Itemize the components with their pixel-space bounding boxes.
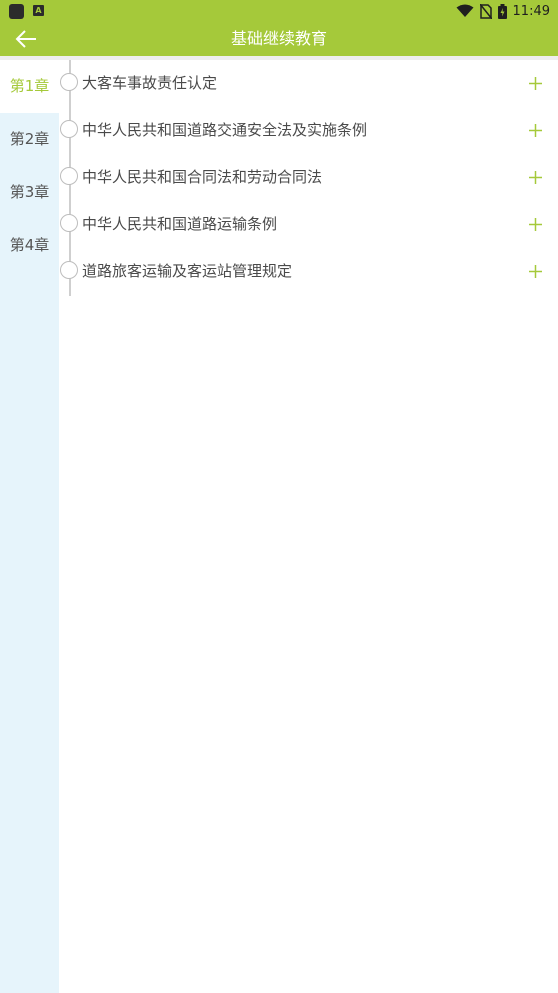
- timeline-node-icon: [60, 73, 78, 91]
- expand-button[interactable]: [526, 262, 544, 280]
- plus-icon: [528, 123, 542, 137]
- chapter-tab-3[interactable]: 第3章: [0, 166, 59, 219]
- status-bar-right: 11:49: [456, 0, 550, 22]
- expand-button[interactable]: [526, 168, 544, 186]
- section-row[interactable]: 中华人民共和国合同法和劳动合同法: [59, 154, 558, 201]
- timeline-node-icon: [60, 120, 78, 138]
- a-notification-icon: A: [33, 5, 44, 16]
- expand-button[interactable]: [526, 215, 544, 233]
- section-row[interactable]: 大客车事故责任认定: [59, 60, 558, 107]
- section-row[interactable]: 道路旅客运输及客运站管理规定: [59, 248, 558, 295]
- clock: 11:49: [512, 3, 550, 19]
- plus-icon: [528, 76, 542, 90]
- chapter-tab-2[interactable]: 第2章: [0, 113, 59, 166]
- app-icon: [9, 4, 24, 19]
- app-bar: 基础继续教育: [0, 22, 558, 56]
- chapter-sidebar: 第1章 第2章 第3章 第4章: [0, 60, 59, 993]
- chapter-tab-1[interactable]: 第1章: [0, 60, 59, 113]
- plus-icon: [528, 264, 542, 278]
- wifi-icon: [456, 4, 474, 17]
- section-title: 道路旅客运输及客运站管理规定: [82, 262, 293, 280]
- timeline-node-icon: [60, 167, 78, 185]
- plus-icon: [528, 217, 542, 231]
- section-title: 中华人民共和国道路运输条例: [82, 215, 278, 233]
- section-row[interactable]: 中华人民共和国道路运输条例: [59, 201, 558, 248]
- battery-icon: [497, 3, 507, 19]
- section-title: 中华人民共和国合同法和劳动合同法: [82, 168, 323, 186]
- section-title: 大客车事故责任认定: [82, 74, 218, 92]
- page-title: 基础继续教育: [230, 29, 327, 48]
- status-bar: A 11:49: [0, 0, 558, 22]
- timeline-node-icon: [60, 261, 78, 279]
- section-row[interactable]: 中华人民共和国道路交通安全法及实施条例: [59, 107, 558, 154]
- section-title: 中华人民共和国道路交通安全法及实施条例: [82, 121, 368, 139]
- no-sim-icon: [479, 3, 492, 19]
- chapter-tab-4[interactable]: 第4章: [0, 219, 59, 272]
- expand-button[interactable]: [526, 74, 544, 92]
- timeline-node-icon: [60, 214, 78, 232]
- plus-icon: [528, 170, 542, 184]
- expand-button[interactable]: [526, 121, 544, 139]
